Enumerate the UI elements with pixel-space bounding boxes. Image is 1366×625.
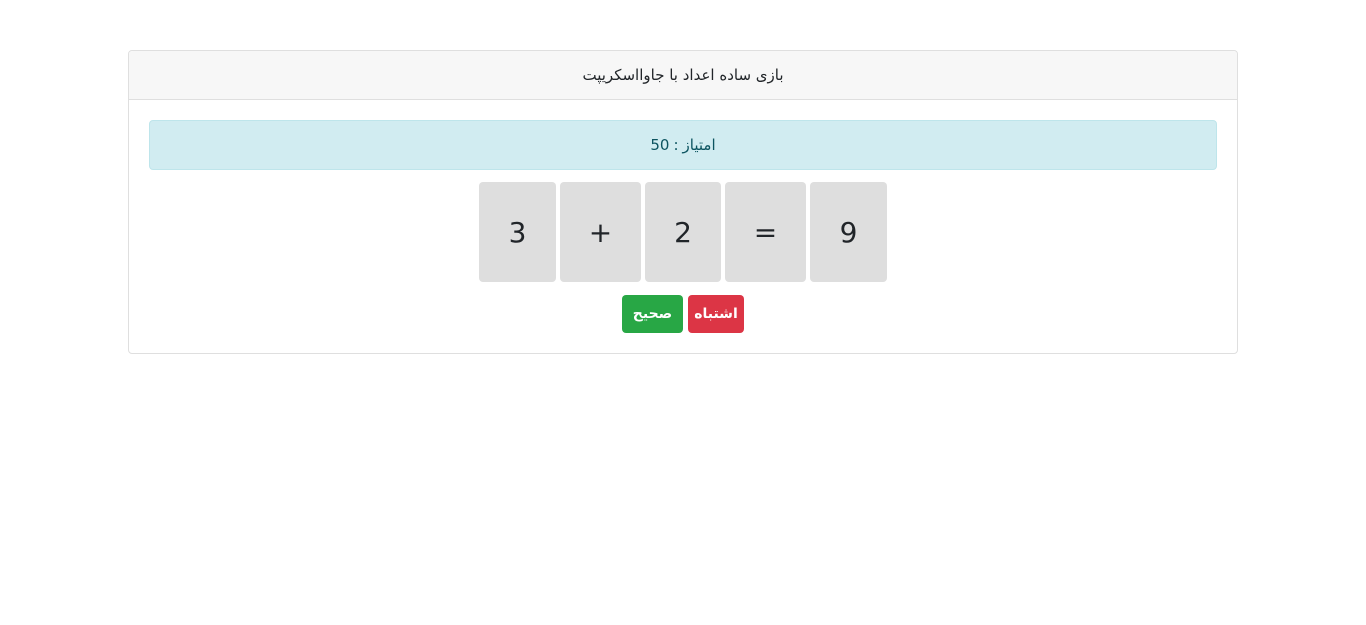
result-tile: 9: [810, 182, 887, 282]
operator-tile: +: [560, 182, 641, 282]
operand-b-tile: 2: [645, 182, 721, 282]
game-card: بازی ساده اعداد با جاوااسکریپت امتیاز : …: [128, 50, 1238, 354]
score-alert: امتیاز : 50: [149, 120, 1217, 170]
score-value: 50: [650, 136, 670, 154]
page-title: بازی ساده اعداد با جاوااسکریپت: [582, 66, 784, 84]
wrong-button[interactable]: اشتباه: [688, 295, 744, 333]
score-separator: :: [673, 136, 679, 154]
score-label: امتیاز: [682, 136, 716, 154]
equals-tile: =: [725, 182, 806, 282]
equation-tiles: 9 = 2 + 3: [129, 182, 1237, 282]
card-header: بازی ساده اعداد با جاوااسکریپت: [129, 51, 1237, 100]
answer-buttons: اشتباه صحیح: [129, 295, 1237, 333]
operand-a-tile: 3: [479, 182, 556, 282]
card-body: امتیاز : 50 9 = 2 + 3 اشتباه صحیح: [129, 100, 1237, 353]
correct-button[interactable]: صحیح: [622, 295, 683, 333]
